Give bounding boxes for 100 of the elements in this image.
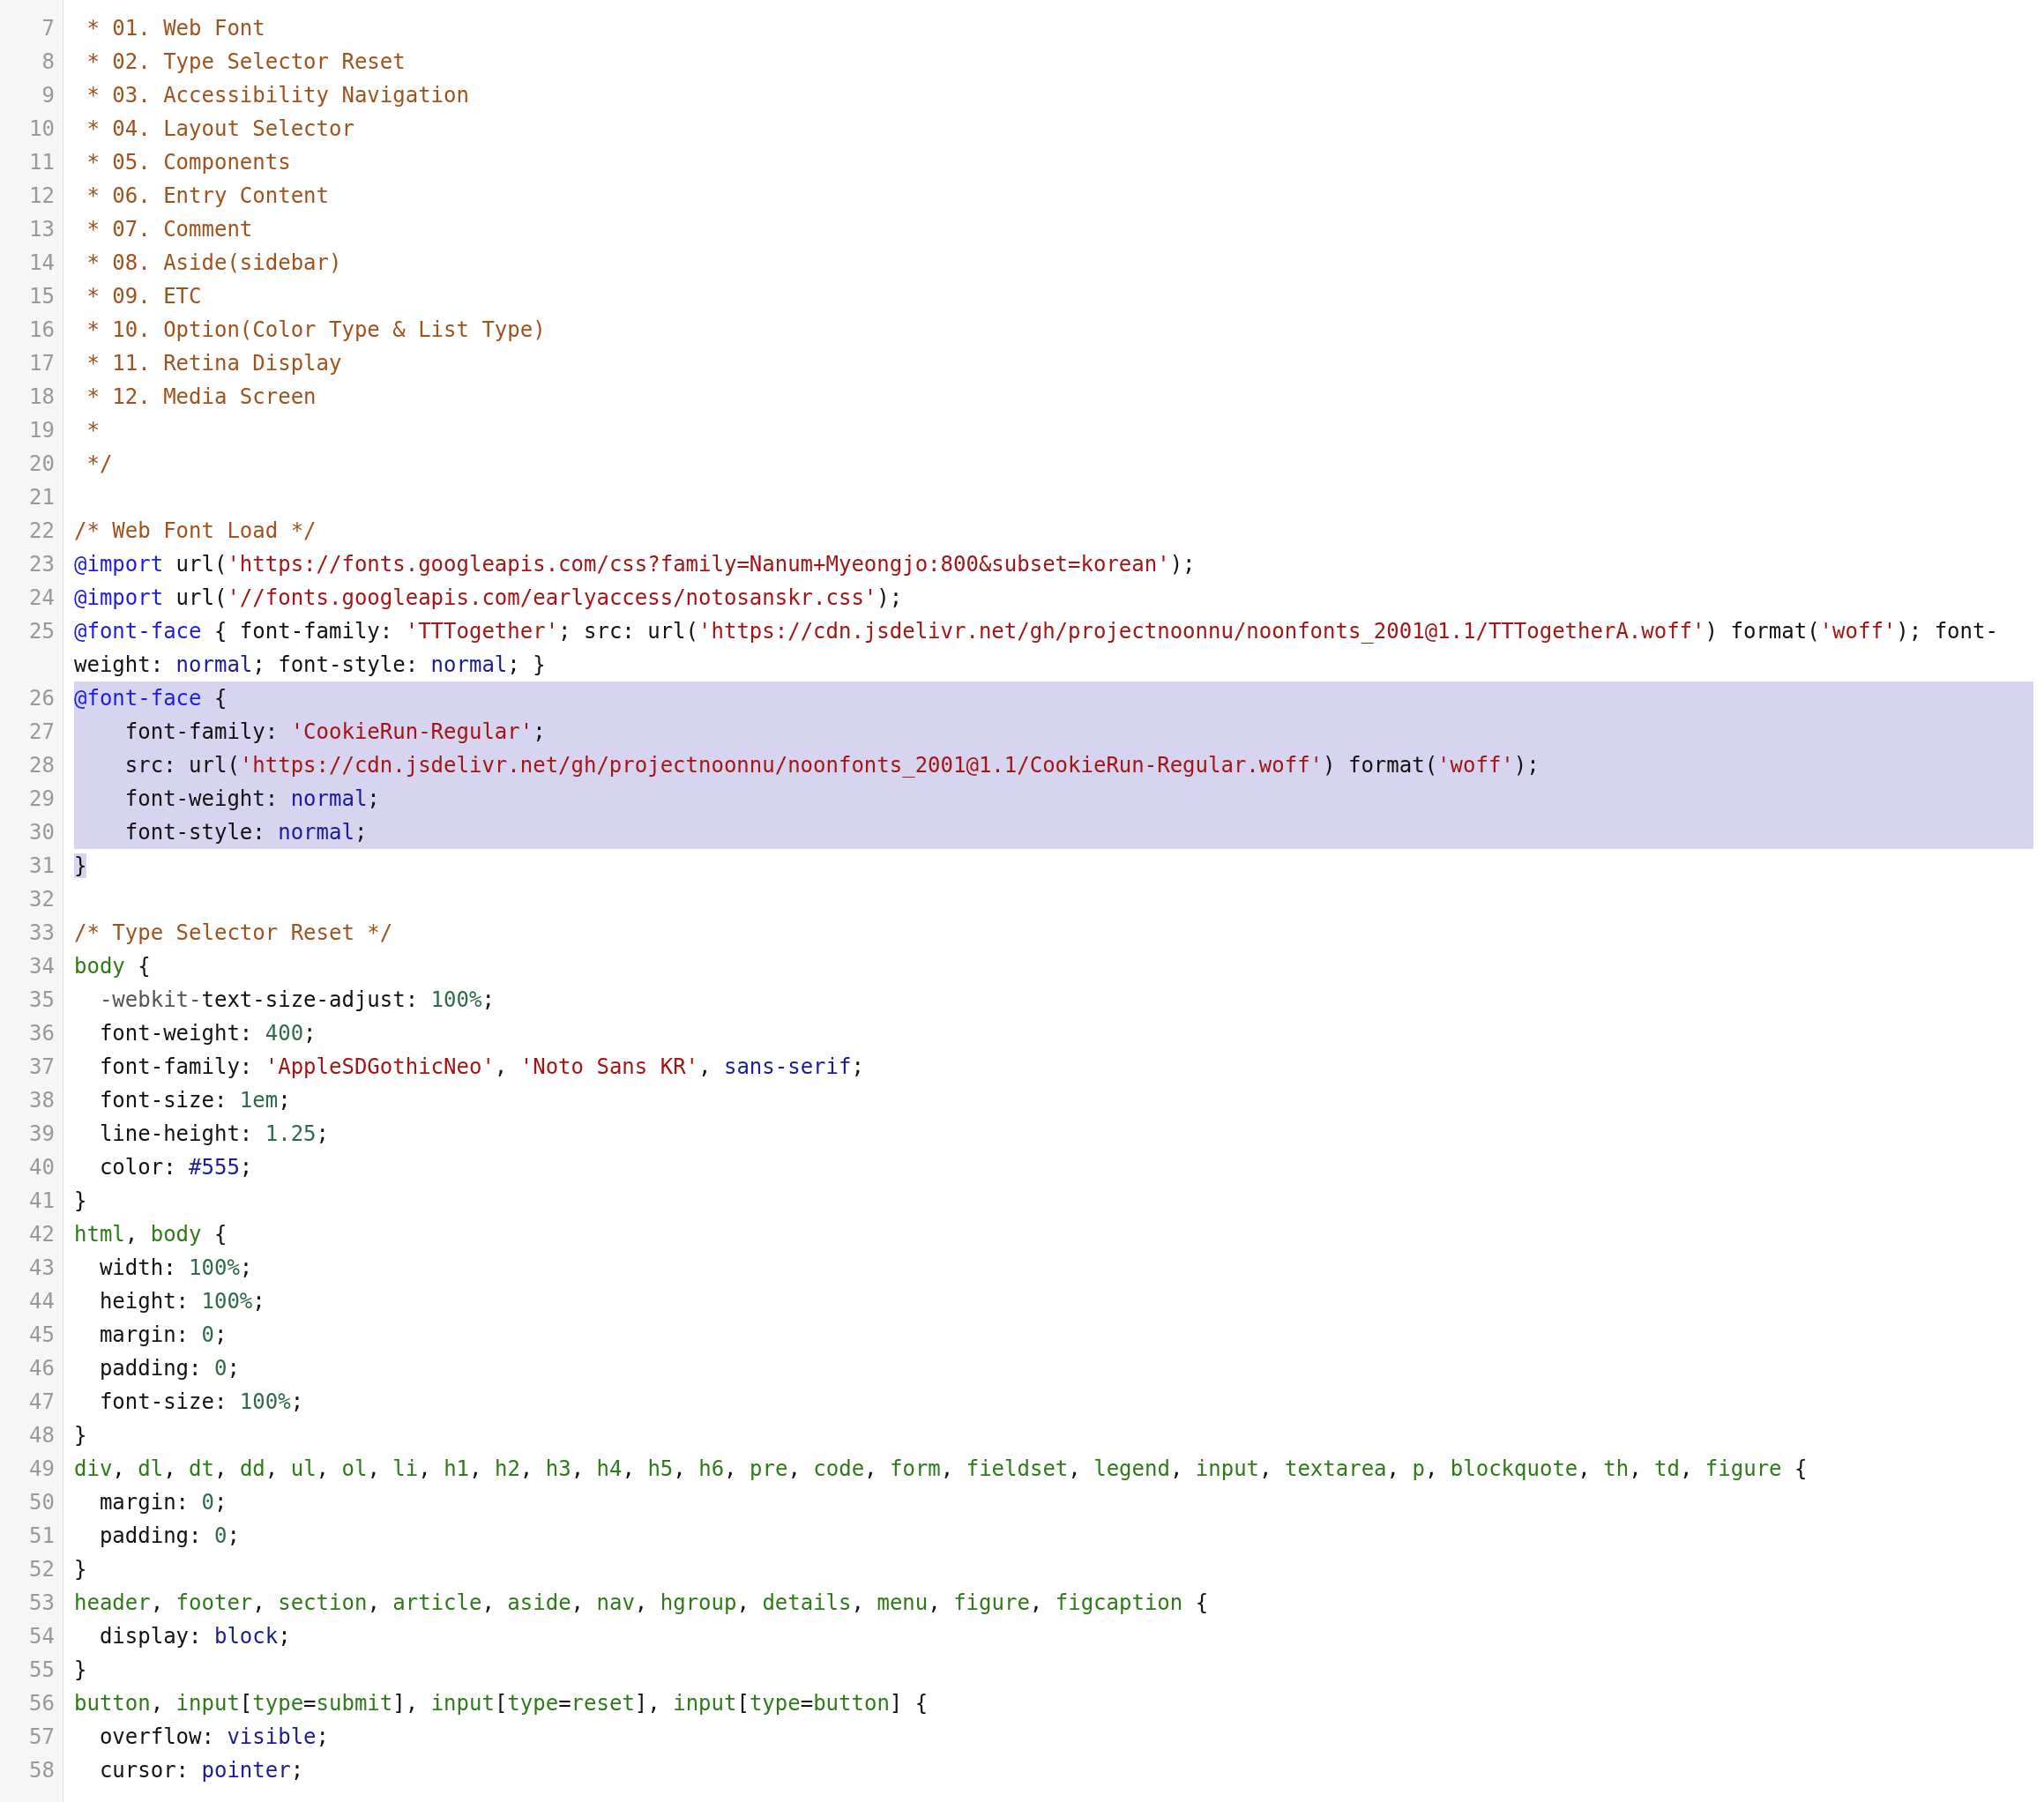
code-line: * 07. Comment [86, 217, 253, 242]
code-line: width: 100%; [98, 1255, 253, 1280]
code-line: * [86, 418, 100, 443]
code-line: * 09. ETC [86, 284, 202, 309]
code-line: * 04. Layout Selector [86, 116, 354, 141]
code-line: overflow: visible; [98, 1724, 329, 1749]
code-line: font-size: 1em; [98, 1088, 291, 1113]
code-line: } [74, 1423, 87, 1448]
line-number: 28 [29, 753, 55, 778]
code-line: body { [74, 954, 151, 979]
code-line: font-weight: 400; [98, 1021, 317, 1046]
line-number: 13 [29, 217, 55, 242]
code-line: font-style: normal; [123, 820, 368, 845]
code-line: font-family: 'CookieRun-Regular'; [123, 719, 546, 744]
line-number: 26 [29, 686, 55, 711]
code-line: margin: 0; [98, 1490, 228, 1515]
line-number: 11 [29, 150, 55, 175]
line-number: 46 [29, 1356, 55, 1381]
code-line: font-weight: normal; [123, 786, 380, 811]
line-number: 42 [29, 1222, 55, 1247]
line-number: 55 [29, 1657, 55, 1682]
line-number: 48 [29, 1423, 55, 1448]
line-number: 8 [41, 49, 55, 74]
line-number: 41 [29, 1188, 55, 1213]
code-line: margin: 0; [98, 1322, 228, 1347]
code-line: * 11. Retina Display [86, 351, 342, 376]
line-number: 34 [29, 954, 55, 979]
code-line: @import url('https://fonts.googleapis.com/css?family=Nanum+Myeongjo:800&subset=korean'); [74, 552, 1196, 577]
line-number: 49 [29, 1456, 55, 1481]
line-number: 32 [29, 887, 55, 912]
line-number: 47 [29, 1389, 55, 1414]
line-number: 15 [29, 284, 55, 309]
line-number: 43 [29, 1255, 55, 1280]
code-line: * 05. Components [86, 150, 291, 175]
code-line: div, dl, dt, dd, ul, ol, li, h1, h2, h3, h4, h5, h6, pre, code, form, fieldset, legend, input, textarea, p, blockquote, th, td, figure { [74, 1456, 1808, 1481]
line-number: 17 [29, 351, 55, 376]
code-line: * 02. Type Selector Reset [86, 49, 406, 74]
code-line: * 01. Web Font [86, 16, 265, 41]
line-number: 31 [29, 853, 55, 878]
line-number: 9 [41, 83, 55, 108]
line-number: 35 [29, 987, 55, 1012]
line-number: 21 [29, 485, 55, 510]
line-number: 16 [29, 317, 55, 342]
code-line: * 03. Accessibility Navigation [86, 83, 469, 108]
line-number: 50 [29, 1490, 55, 1515]
line-number: 53 [29, 1590, 55, 1615]
line-number: 22 [29, 518, 55, 543]
line-number: 14 [29, 250, 55, 275]
line-number: 18 [29, 384, 55, 409]
line-number: 10 [29, 116, 55, 141]
line-number: 12 [29, 183, 55, 208]
line-number: 33 [29, 920, 55, 945]
line-number: 19 [29, 418, 55, 443]
code-line: * 06. Entry Content [86, 183, 329, 208]
code-line: * 10. Option(Color Type & List Type) [86, 317, 546, 342]
line-number: 45 [29, 1322, 55, 1347]
code-line: cursor: pointer; [98, 1758, 304, 1783]
code-line: @import url('//fonts.googleapis.com/earlyaccess/notosanskr.css'); [74, 585, 903, 610]
code-line: header, footer, section, article, aside, nav, hgroup, details, menu, figure, figcaption { [74, 1590, 1209, 1615]
line-number: 36 [29, 1021, 55, 1046]
line-number: 38 [29, 1088, 55, 1113]
line-number: 24 [29, 585, 55, 610]
line-number: 23 [29, 552, 55, 577]
code-line: /* Web Font Load */ [74, 518, 317, 543]
line-number: 51 [29, 1523, 55, 1548]
line-number: 40 [29, 1155, 55, 1180]
code-line: height: 100%; [98, 1289, 265, 1314]
code-line: /* Type Selector Reset */ [74, 920, 393, 945]
code-line: } [74, 1657, 87, 1682]
code-line: display: block; [98, 1624, 291, 1649]
code-line: padding: 0; [98, 1356, 240, 1381]
code-line: button, input[type=submit], input[type=reset], input[type=button] { [74, 1691, 929, 1716]
code-line: -webkit-text-size-adjust: 100%; [98, 987, 495, 1012]
line-number: 58 [29, 1758, 55, 1783]
code-line: font-size: 100%; [98, 1389, 304, 1414]
line-number: 57 [29, 1724, 55, 1749]
line-number: 54 [29, 1624, 55, 1649]
code-line: } [74, 1188, 87, 1213]
line-number: 37 [29, 1054, 55, 1079]
code-line: line-height: 1.25; [98, 1121, 329, 1146]
code-line: font-family: 'AppleSDGothicNeo', 'Noto Sans KR', sans-serif; [98, 1054, 864, 1079]
line-number: 27 [29, 719, 55, 744]
line-number: 20 [29, 451, 55, 476]
code-line: html, body { [74, 1222, 228, 1247]
line-number: 56 [29, 1691, 55, 1716]
code-line: src: url('https://cdn.jsdelivr.net/gh/projectnoonnu/noonfonts_2001@1.1/CookieRun-Regular.woff') format('woff'); [123, 753, 1540, 778]
line-number: 39 [29, 1121, 55, 1146]
line-number: 52 [29, 1557, 55, 1582]
line-number: 7 [41, 16, 55, 41]
line-number: 29 [29, 786, 55, 811]
code-line: * 08. Aside(sidebar) [86, 250, 342, 275]
code-line: */ [86, 451, 113, 476]
line-number: 44 [29, 1289, 55, 1314]
line-number: 25 [29, 619, 55, 644]
line-number: 30 [29, 820, 55, 845]
code-line: @font-face { font-family: 'TTTogether'; src: url('https://cdn.jsdelivr.net/gh/projectnoonnu/noonfonts_2001@1.1/TTTogetherA.woff') format('woff'); font-weight: normal; font-style: normal; } [74, 619, 1998, 677]
code-line: padding: 0; [98, 1523, 240, 1548]
code-line: * 12. Media Screen [86, 384, 317, 409]
code-line: } [74, 1557, 87, 1582]
code-line: @font-face { [74, 686, 228, 711]
